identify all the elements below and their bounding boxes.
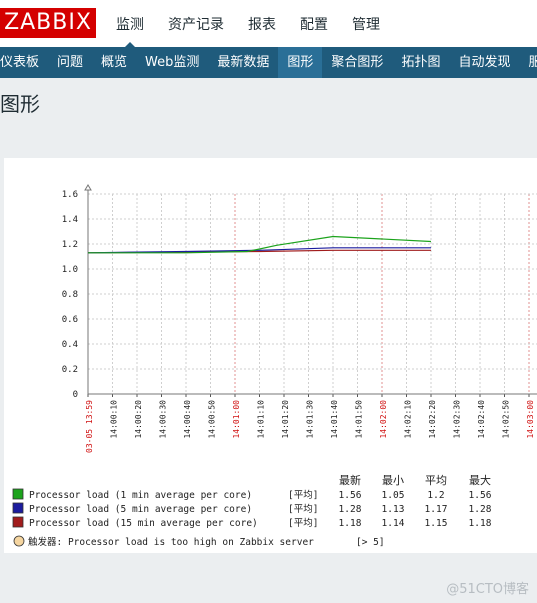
subnav-web-monitoring[interactable]: Web监测 xyxy=(136,47,208,78)
legend-value: 1.15 xyxy=(425,518,448,529)
x-tick-label: 14:02:30 xyxy=(453,400,462,439)
graph-panel: 03-05 13:59 14:00:10 14:00:20 14:00:30 14:00… xyxy=(4,158,537,553)
subnav-problems[interactable]: 问题 xyxy=(48,47,92,78)
main-menu-reports[interactable]: 报表 xyxy=(236,0,288,47)
legend-series-name: Processor load (1 min average per core) xyxy=(29,490,252,501)
y-tick-label: 0.6 xyxy=(62,315,78,325)
legend-value: 1.56 xyxy=(339,490,362,501)
x-tick-label: 03-05 13:59 xyxy=(85,400,94,453)
trigger-icon xyxy=(13,535,25,547)
sub-navigation: 仪表板 问题 概览 Web监测 最新数据 图形 聚合图形 拓扑图 自动发现 服务 xyxy=(0,47,537,78)
x-tick-label: 14:01:20 xyxy=(281,400,290,439)
trigger-threshold: [> 5] xyxy=(356,537,385,548)
legend-function: [平均] xyxy=(288,489,318,501)
legend-value: 1.18 xyxy=(469,518,492,529)
y-tick-label: 1.2 xyxy=(62,240,78,250)
x-tick-label: 14:02:10 xyxy=(404,400,413,439)
x-tick-label: 14:01:50 xyxy=(355,400,364,439)
legend-column-header: 平均 xyxy=(425,474,447,487)
x-tick-label: 14:00:50 xyxy=(208,400,217,439)
y-tick-label: 0.8 xyxy=(62,290,78,300)
x-tick-label: 14:00:40 xyxy=(183,400,192,439)
y-tick-label: 1.4 xyxy=(62,215,78,225)
legend-series-name: Processor load (5 min average per core) xyxy=(29,504,252,515)
watermark: @51CTO博客 xyxy=(446,582,529,597)
main-menu-monitoring[interactable]: 监测 xyxy=(104,0,156,48)
legend-value: 1.17 xyxy=(425,504,448,515)
y-tick-label: 0.2 xyxy=(62,365,78,375)
legend-value: 1.18 xyxy=(339,518,362,529)
x-tick-label: 14:03:00 xyxy=(526,400,535,439)
subnav-latest-data[interactable]: 最新数据 xyxy=(208,47,278,78)
x-tick-label: 14:01:40 xyxy=(330,400,339,439)
legend-function: [平均] xyxy=(288,503,318,515)
trigger-label: 触发器: Processor load is too high on Zabbi… xyxy=(28,536,314,548)
y-tick-label: 1.6 xyxy=(62,190,78,200)
subnav-overview[interactable]: 概览 xyxy=(92,47,136,78)
subnav-graphs[interactable]: 图形 xyxy=(278,47,323,78)
legend-swatch xyxy=(12,516,24,528)
legend-value: 1.28 xyxy=(469,504,492,515)
x-tick-label: 14:00:20 xyxy=(134,400,143,439)
main-menu-administration[interactable]: 管理 xyxy=(340,0,392,47)
legend-value: 1.56 xyxy=(469,490,492,501)
x-tick-label: 14:01:10 xyxy=(257,400,266,439)
legend-series-name: Processor load (15 min average per core) xyxy=(29,518,258,529)
top-header: ZABBIX 监测 资产记录 报表 配置 管理 xyxy=(0,0,537,48)
x-tick-label: 14:01:00 xyxy=(232,400,241,439)
subnav-services[interactable]: 服务 xyxy=(519,47,537,78)
subnav-dashboard[interactable]: 仪表板 xyxy=(0,47,48,78)
legend-column-header: 最新 xyxy=(339,473,361,487)
legend-swatch xyxy=(12,502,24,514)
x-tick-label: 14:02:20 xyxy=(428,400,437,439)
legend-value: 1.28 xyxy=(339,504,362,515)
y-tick-label: 0.4 xyxy=(62,340,78,350)
zabbix-logo[interactable]: ZABBIX xyxy=(0,8,96,38)
subnav-discovery[interactable]: 自动发现 xyxy=(449,47,519,78)
y-tick-label: 0 xyxy=(73,390,78,400)
x-tick-label: 14:00:30 xyxy=(159,400,168,439)
x-tick-label: 14:02:00 xyxy=(379,400,388,439)
subnav-screens[interactable]: 聚合图形 xyxy=(322,47,392,78)
legend-value: 1.2 xyxy=(427,490,444,501)
legend-column-header: 最大 xyxy=(469,473,491,487)
legend-function: [平均] xyxy=(288,517,318,529)
main-menu-configuration[interactable]: 配置 xyxy=(288,0,340,47)
x-tick-label: 14:02:40 xyxy=(477,400,486,439)
legend-swatch xyxy=(12,488,24,500)
page-title: 图形 xyxy=(0,92,40,116)
y-axis-arrow xyxy=(84,184,92,191)
legend-column-header: 最小 xyxy=(382,474,404,487)
legend-value: 1.13 xyxy=(382,504,405,515)
x-tick-label: 14:02:50 xyxy=(502,400,511,439)
subnav-maps[interactable]: 拓扑图 xyxy=(392,47,449,78)
y-tick-label: 1.0 xyxy=(62,265,78,275)
x-tick-label: 14:00:10 xyxy=(110,400,119,439)
legend-value: 1.14 xyxy=(382,518,405,529)
x-tick-label: 14:01:30 xyxy=(306,400,315,439)
legend-value: 1.05 xyxy=(382,490,405,501)
processor-load-graph: 03-05 13:59 14:00:10 14:00:20 14:00:30 14:00… xyxy=(12,184,537,548)
main-menu-inventory[interactable]: 资产记录 xyxy=(156,0,236,47)
main-menu: 监测 资产记录 报表 配置 管理 xyxy=(104,0,392,48)
